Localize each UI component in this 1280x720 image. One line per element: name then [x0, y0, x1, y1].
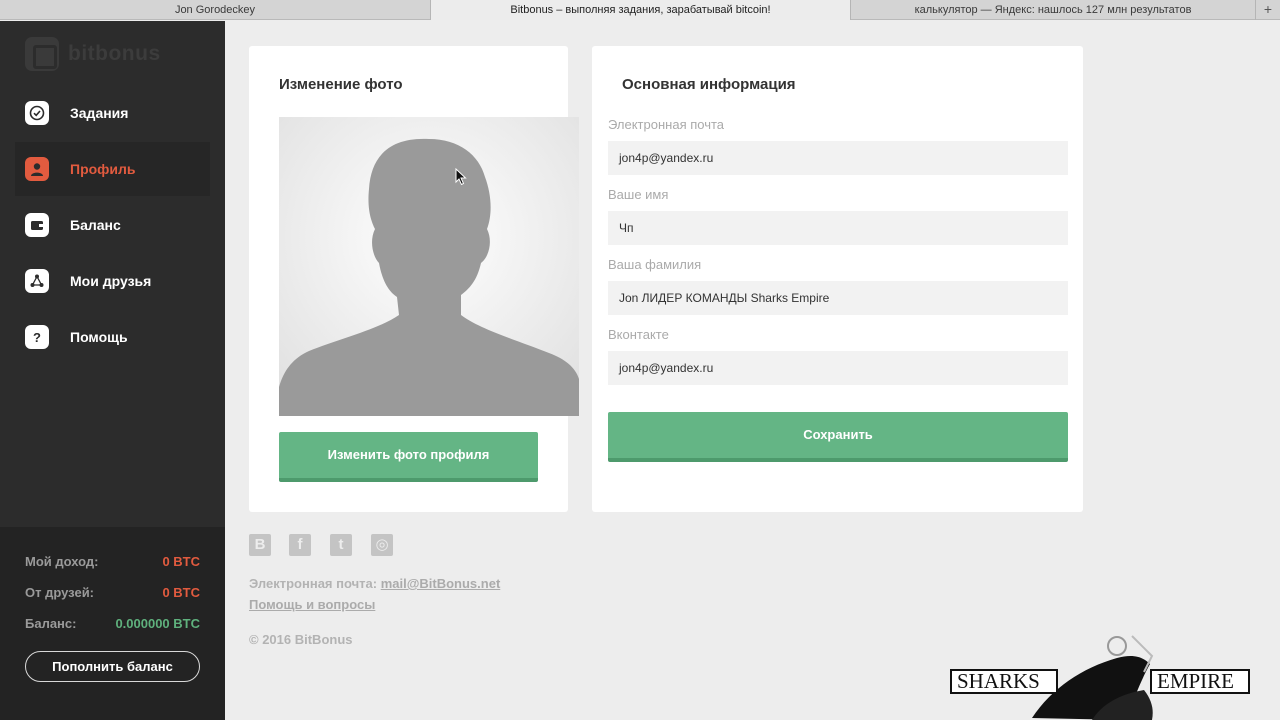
vk-label: Вконтакте: [608, 327, 669, 342]
instagram-icon[interactable]: ◎: [371, 534, 393, 556]
mouse-cursor-icon: [455, 168, 467, 186]
user-silhouette-icon: [279, 138, 579, 416]
last-name-label: Ваша фамилия: [608, 257, 702, 272]
question-icon: ?: [25, 325, 49, 349]
save-button[interactable]: Сохранить: [608, 412, 1068, 462]
info-card: Основная информация Электронная почта jo…: [592, 46, 1083, 512]
check-circle-icon: [25, 101, 49, 125]
browser-tab-active[interactable]: Bitbonus – выполняя задания, зарабатывай…: [431, 0, 851, 20]
first-name-label: Ваше имя: [608, 187, 669, 202]
new-tab-button[interactable]: +: [1256, 0, 1280, 20]
income-label: Мой доход:: [25, 554, 99, 569]
sidebar-item-balance[interactable]: Баланс: [15, 198, 210, 252]
friends-income-label: От друзей:: [25, 585, 95, 600]
facebook-icon[interactable]: f: [289, 534, 311, 556]
balance-row: Баланс: 0.000000 BTC: [25, 616, 200, 631]
vk-field[interactable]: jon4p@yandex.ru: [608, 351, 1068, 385]
sidebar-item-label: Профиль: [70, 161, 136, 177]
bitbonus-logo-icon: [25, 37, 59, 71]
copyright: © 2016 BitBonus: [249, 632, 353, 647]
browser-tab[interactable]: калькулятор — Яндекс: нашлось 127 млн ре…: [851, 0, 1256, 20]
user-icon: [25, 157, 49, 181]
wallet-icon: [25, 213, 49, 237]
change-photo-button[interactable]: Изменить фото профиля: [279, 432, 538, 482]
watermark-left-text: SHARKS: [950, 669, 1058, 694]
sidebar-item-label: Баланс: [70, 217, 121, 233]
first-name-field[interactable]: Чп: [608, 211, 1068, 245]
svg-text:?: ?: [33, 330, 41, 345]
sidebar-item-label: Помощь: [70, 329, 128, 345]
sidebar-item-tasks[interactable]: Задания: [15, 86, 210, 140]
photo-card-title: Изменение фото: [279, 76, 403, 93]
sidebar-item-help[interactable]: ? Помощь: [15, 310, 210, 364]
browser-tab-bar: Jon Gorodeckey Bitbonus – выполняя задан…: [0, 0, 1280, 20]
info-card-title: Основная информация: [622, 76, 796, 93]
avatar-placeholder[interactable]: [279, 117, 579, 416]
balance-summary: Мой доход: 0 BTC От друзей: 0 BTC Баланс…: [0, 527, 225, 720]
email-label: Электронная почта: [608, 117, 725, 132]
footer-email-label: Электронная почта:: [249, 576, 378, 591]
footer-email: Электронная почта: mail@BitBonus.net: [249, 576, 500, 591]
topup-balance-button[interactable]: Пополнить баланс: [25, 651, 200, 682]
help-link[interactable]: Помощь и вопросы: [249, 597, 375, 612]
logo[interactable]: bitbonus: [25, 37, 161, 71]
friends-income-value: 0 BTC: [162, 585, 200, 600]
vk-icon[interactable]: B: [249, 534, 271, 556]
income-value: 0 BTC: [162, 554, 200, 569]
logo-text: bitbonus: [68, 42, 161, 65]
sidebar-item-label: Мои друзья: [70, 273, 152, 289]
network-icon: [25, 269, 49, 293]
sidebar-item-friends[interactable]: Мои друзья: [15, 254, 210, 308]
balance-value: 0.000000 BTC: [115, 616, 200, 631]
email-field[interactable]: jon4p@yandex.ru: [608, 141, 1068, 175]
twitter-icon[interactable]: t: [330, 534, 352, 556]
browser-tab[interactable]: Jon Gorodeckey: [0, 0, 431, 20]
sidebar: bitbonus Задания Профиль Баланс Мои друз…: [0, 21, 225, 720]
photo-card: Изменение фото Изменить фото профиля: [249, 46, 579, 512]
sidebar-item-profile[interactable]: Профиль: [15, 142, 210, 196]
friends-income-row: От друзей: 0 BTC: [25, 585, 200, 600]
last-name-field[interactable]: Jon ЛИДЕР КОМАНДЫ Sharks Empire: [608, 281, 1068, 315]
income-row: Мой доход: 0 BTC: [25, 554, 200, 569]
footer-email-link[interactable]: mail@BitBonus.net: [381, 576, 501, 591]
sidebar-item-label: Задания: [70, 105, 129, 121]
balance-label: Баланс:: [25, 616, 77, 631]
watermark-right-text: EMPIRE: [1150, 669, 1250, 694]
